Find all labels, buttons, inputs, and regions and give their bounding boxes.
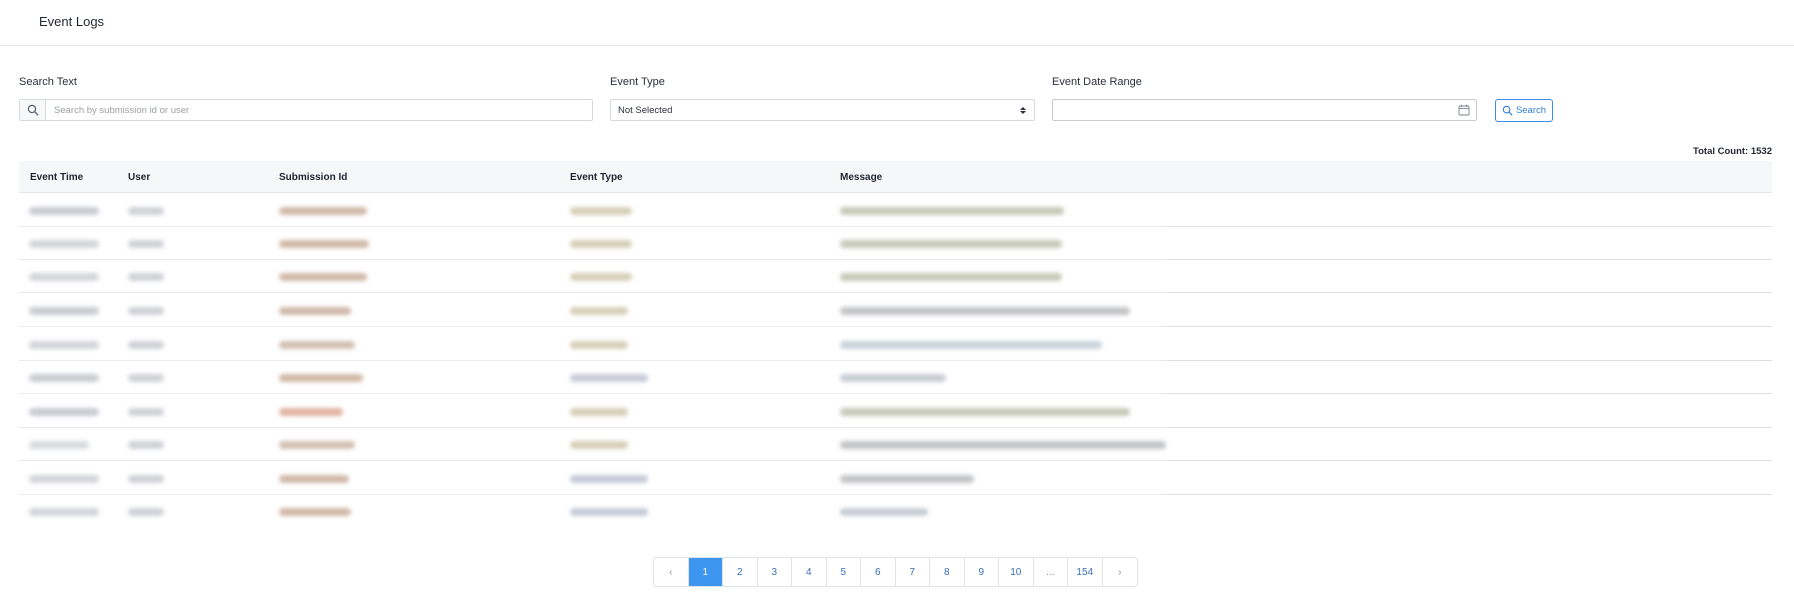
table-row[interactable] bbox=[19, 194, 1772, 227]
event-type-cell bbox=[570, 307, 628, 315]
event-time-cell bbox=[29, 374, 99, 382]
page-2[interactable]: 2 bbox=[723, 558, 758, 586]
event-time-cell bbox=[29, 441, 89, 449]
page-1[interactable]: 1 bbox=[688, 558, 723, 586]
event-type-cell bbox=[570, 240, 632, 248]
event-time-cell bbox=[29, 408, 99, 416]
message-cell bbox=[840, 408, 1130, 416]
search-icon bbox=[1502, 105, 1513, 116]
message-cell bbox=[840, 207, 1064, 215]
page-5[interactable]: 5 bbox=[827, 558, 861, 586]
select-arrows-icon bbox=[1019, 106, 1027, 114]
page-title: Event Logs bbox=[39, 14, 105, 29]
search-icon bbox=[20, 100, 46, 120]
table-row[interactable] bbox=[19, 428, 1772, 461]
table-header: Event Time User Submission Id Event Type… bbox=[19, 161, 1772, 193]
total-count: Total Count: 1532 bbox=[1693, 146, 1772, 157]
event-time-cell bbox=[29, 307, 99, 315]
event-time-cell bbox=[29, 508, 99, 516]
search-text-label: Search Text bbox=[19, 76, 77, 88]
event-type-cell bbox=[570, 508, 648, 516]
user-cell bbox=[128, 307, 164, 315]
submission-id-cell bbox=[279, 273, 367, 281]
user-cell bbox=[128, 475, 164, 483]
message-cell bbox=[840, 273, 1062, 281]
event-time-cell bbox=[29, 341, 99, 349]
event-date-range-input[interactable] bbox=[1052, 99, 1477, 121]
submission-id-cell bbox=[279, 475, 349, 483]
submission-id-cell bbox=[279, 307, 351, 315]
table-row[interactable] bbox=[19, 227, 1772, 260]
submission-id-cell bbox=[279, 441, 355, 449]
search-field bbox=[19, 99, 593, 121]
event-type-cell bbox=[570, 475, 648, 483]
page-9[interactable]: 9 bbox=[965, 558, 999, 586]
user-cell bbox=[128, 408, 164, 416]
page-7[interactable]: 7 bbox=[896, 558, 930, 586]
search-button-label: Search bbox=[1515, 105, 1547, 116]
message-cell bbox=[840, 240, 1062, 248]
event-type-cell bbox=[570, 207, 632, 215]
message-cell bbox=[840, 307, 1130, 315]
column-header-user[interactable]: User bbox=[128, 172, 150, 183]
page-header: Event Logs bbox=[0, 0, 1794, 46]
search-input[interactable] bbox=[46, 100, 592, 120]
user-cell bbox=[128, 508, 164, 516]
pagination: ‹ 1 2 3 4 5 6 7 8 9 10 ... 154 › bbox=[653, 557, 1138, 587]
submission-id-cell bbox=[279, 408, 343, 416]
pagination-ellipsis: ... bbox=[1034, 558, 1068, 586]
user-cell bbox=[128, 240, 164, 248]
page-3[interactable]: 3 bbox=[758, 558, 792, 586]
column-header-submission-id[interactable]: Submission Id bbox=[279, 172, 347, 183]
calendar-icon bbox=[1458, 104, 1470, 116]
event-type-select[interactable]: Not Selected bbox=[610, 99, 1035, 121]
message-cell bbox=[840, 475, 974, 483]
submission-id-cell bbox=[279, 341, 355, 349]
column-header-event-time[interactable]: Event Time bbox=[30, 172, 83, 183]
event-type-label: Event Type bbox=[610, 76, 665, 88]
table-row[interactable] bbox=[19, 260, 1772, 293]
submission-id-cell bbox=[279, 508, 351, 516]
user-cell bbox=[128, 273, 164, 281]
event-type-cell bbox=[570, 441, 628, 449]
column-header-event-type[interactable]: Event Type bbox=[570, 172, 623, 183]
message-cell bbox=[840, 508, 928, 516]
table-row[interactable] bbox=[19, 361, 1772, 394]
page-8[interactable]: 8 bbox=[930, 558, 965, 586]
event-type-cell bbox=[570, 341, 628, 349]
table-row[interactable] bbox=[19, 495, 1772, 528]
event-time-cell bbox=[29, 207, 99, 215]
page-4[interactable]: 4 bbox=[792, 558, 827, 586]
page-6[interactable]: 6 bbox=[861, 558, 896, 586]
message-cell bbox=[840, 374, 946, 382]
pagination-prev[interactable]: ‹ bbox=[654, 558, 689, 586]
search-button[interactable]: Search bbox=[1495, 99, 1553, 122]
event-time-cell bbox=[29, 273, 99, 281]
message-cell bbox=[840, 341, 1102, 349]
table-row[interactable] bbox=[19, 294, 1772, 327]
pagination-next[interactable]: › bbox=[1103, 558, 1138, 586]
submission-id-cell bbox=[279, 374, 363, 382]
event-type-cell bbox=[570, 273, 632, 281]
page-10[interactable]: 10 bbox=[999, 558, 1034, 586]
event-date-range-label: Event Date Range bbox=[1052, 76, 1142, 88]
user-cell bbox=[128, 207, 164, 215]
user-cell bbox=[128, 341, 164, 349]
table-row[interactable] bbox=[19, 328, 1772, 361]
event-time-cell bbox=[29, 475, 99, 483]
table-row[interactable] bbox=[19, 462, 1772, 495]
submission-id-cell bbox=[279, 240, 369, 248]
column-header-message[interactable]: Message bbox=[840, 172, 882, 183]
event-type-selected-value: Not Selected bbox=[618, 104, 673, 116]
message-cell bbox=[840, 441, 1166, 449]
submission-id-cell bbox=[279, 207, 367, 215]
table-row[interactable] bbox=[19, 395, 1772, 428]
event-time-cell bbox=[29, 240, 99, 248]
user-cell bbox=[128, 374, 164, 382]
user-cell bbox=[128, 441, 164, 449]
event-type-cell bbox=[570, 374, 648, 382]
page-154[interactable]: 154 bbox=[1068, 558, 1103, 586]
event-type-cell bbox=[570, 408, 628, 416]
